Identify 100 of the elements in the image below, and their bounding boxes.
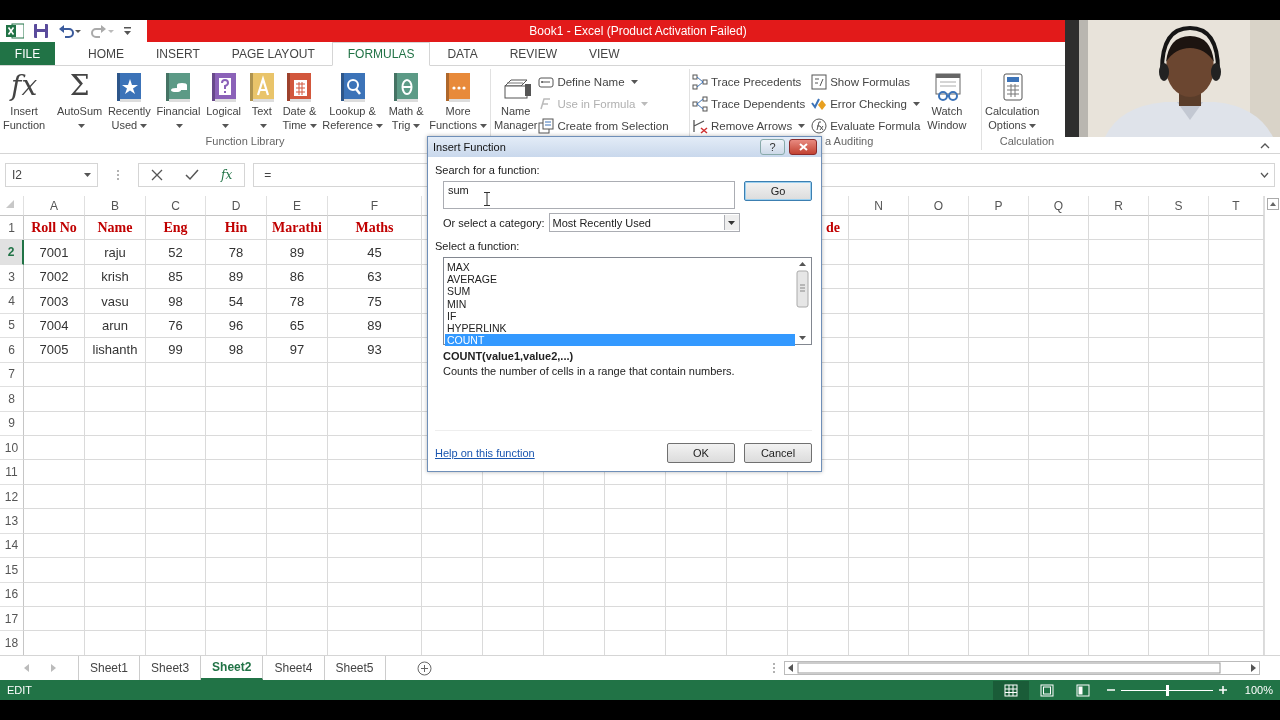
table-cell (1149, 240, 1209, 265)
ribbon-button[interactable]: Trace Dependents (692, 95, 806, 113)
row-header[interactable]: 2 (0, 240, 24, 265)
column-header[interactable]: T (1209, 196, 1264, 216)
vertical-scrollbar[interactable] (1264, 196, 1280, 655)
ribbon-button[interactable]: Text (245, 69, 278, 132)
table-cell: Maths (328, 216, 422, 241)
ribbon-button[interactable]: Financial (155, 69, 202, 132)
column-header[interactable]: D (206, 196, 267, 216)
close-button[interactable] (789, 139, 817, 155)
ribbon-tab[interactable]: REVIEW (494, 42, 572, 65)
ribbon-button[interactable]: More Functions (428, 69, 488, 132)
list-item[interactable]: HYPERLINK (445, 321, 795, 335)
ribbon-button[interactable]: Create from Selection (538, 117, 669, 135)
row-header[interactable]: 9 (0, 411, 24, 436)
ribbon-button[interactable]: Define Name (538, 73, 669, 91)
column-header[interactable]: P (969, 196, 1029, 216)
ribbon-button[interactable]: Evaluate Formula (811, 117, 921, 135)
ribbon-button[interactable]: Calculation Options (984, 69, 1041, 132)
help-button[interactable]: ? (760, 139, 785, 155)
spreadsheet-logo-icon[interactable] (6, 23, 24, 39)
horizontal-scrollbar-drawing[interactable] (784, 661, 1260, 675)
help-link[interactable]: Help on this function (435, 447, 535, 459)
table-cell (969, 484, 1029, 510)
normal-view-icon[interactable] (992, 680, 1029, 700)
row-header[interactable]: 8 (0, 387, 24, 412)
ribbon-button[interactable]: Recently Used (106, 69, 152, 132)
ribbon-button[interactable]: Show Formulas (811, 73, 921, 91)
ribbon-button[interactable]: Σ AutoSum (55, 69, 104, 132)
ribbon-tab[interactable]: PAGE LAYOUT (216, 42, 330, 65)
row-header[interactable]: 18 (0, 631, 24, 655)
ribbon-button[interactable]: Trace Precedents (692, 73, 806, 91)
column-header[interactable]: F (328, 196, 422, 216)
list-item[interactable]: SUM (445, 285, 795, 298)
ok-button[interactable]: OK (667, 443, 735, 463)
list-item[interactable]: MAX (445, 261, 795, 274)
zoom-slider-thumb[interactable] (1165, 684, 1169, 696)
table-cell (544, 484, 605, 510)
column-header[interactable]: S (1149, 196, 1209, 216)
column-header[interactable]: B (85, 196, 146, 216)
function-list[interactable]: MAX AVERAGE SUM MIN IF HYPERLINK COUNT (443, 257, 812, 345)
row-header[interactable]: 5 (0, 313, 24, 339)
row-header[interactable]: 17 (0, 607, 24, 632)
ribbon-button[interactable]: Lookup & Reference (321, 69, 384, 132)
row-header[interactable]: 10 (0, 435, 24, 461)
table-cell (1089, 387, 1149, 412)
row-header[interactable]: 13 (0, 509, 24, 534)
ribbon-tab[interactable]: DATA (432, 42, 493, 65)
enter-icon[interactable] (185, 169, 199, 181)
row-header[interactable]: 4 (0, 289, 24, 314)
row-header[interactable]: 12 (0, 484, 24, 510)
save-icon[interactable] (33, 23, 49, 39)
column-header[interactable]: A (24, 196, 85, 216)
zoom-level[interactable]: 100% (1244, 684, 1273, 696)
ribbon-button[interactable]: fx Insert Function (2, 69, 47, 132)
column-header[interactable]: C (146, 196, 206, 216)
row-header[interactable]: 16 (0, 582, 24, 607)
column-header[interactable]: E (267, 196, 328, 216)
search-field[interactable]: sum (443, 181, 735, 209)
undo-icon[interactable] (58, 23, 82, 39)
zoom-in-icon[interactable] (1218, 686, 1227, 694)
column-header[interactable]: N (849, 196, 909, 216)
insert-function-button[interactable]: fx (221, 168, 233, 182)
ribbon-tab[interactable]: FORMULAS (331, 42, 431, 66)
ribbon-button[interactable]: Watch Window (926, 69, 968, 132)
collapse-ribbon-icon[interactable] (1260, 143, 1270, 149)
name-box[interactable]: I2 (5, 163, 98, 187)
table-cell (1089, 411, 1149, 436)
column-header[interactable]: R (1089, 196, 1149, 216)
row-header[interactable]: 3 (0, 264, 24, 290)
ribbon-button[interactable]: Remove Arrows (692, 117, 806, 135)
ribbon-tab[interactable]: VIEW (574, 42, 635, 65)
row-header[interactable]: 14 (0, 533, 24, 559)
go-button[interactable]: Go (744, 181, 812, 201)
zoom-out-icon[interactable] (1106, 686, 1115, 694)
table-cell (969, 362, 1029, 388)
file-tab[interactable]: FILE (0, 42, 55, 65)
column-header[interactable]: O (909, 196, 969, 216)
ribbon-button[interactable]: Logical (205, 69, 242, 132)
column-header[interactable]: Q (1029, 196, 1089, 216)
scroll-up-icon[interactable] (1266, 198, 1279, 210)
add-sheet-icon[interactable] (416, 660, 432, 676)
cancel-icon[interactable] (151, 169, 163, 181)
ribbon-button[interactable]: Date & Time (281, 69, 318, 132)
ribbon-tab[interactable]: HOME (73, 42, 139, 65)
category-dropdown[interactable]: Most Recently Used (548, 213, 740, 232)
ribbon-button[interactable]: Name Manager (493, 69, 539, 132)
customize-toolbar-icon[interactable] (124, 26, 132, 36)
list-item[interactable]: MIN (445, 297, 795, 310)
list-item[interactable]: AVERAGE (445, 273, 795, 286)
row-header[interactable]: 15 (0, 558, 24, 583)
ribbon-icon (692, 96, 708, 112)
cancel-button[interactable]: Cancel (744, 443, 812, 463)
list-item[interactable]: IF (445, 309, 795, 322)
ribbon-button[interactable]: Math & Trig (387, 69, 425, 132)
ribbon-tab[interactable]: INSERT (141, 42, 215, 65)
row-header[interactable]: 7 (0, 362, 24, 388)
row-header[interactable]: 11 (0, 460, 24, 485)
ribbon-button[interactable]: Error Checking (811, 95, 921, 113)
row-header[interactable]: 6 (0, 338, 24, 363)
